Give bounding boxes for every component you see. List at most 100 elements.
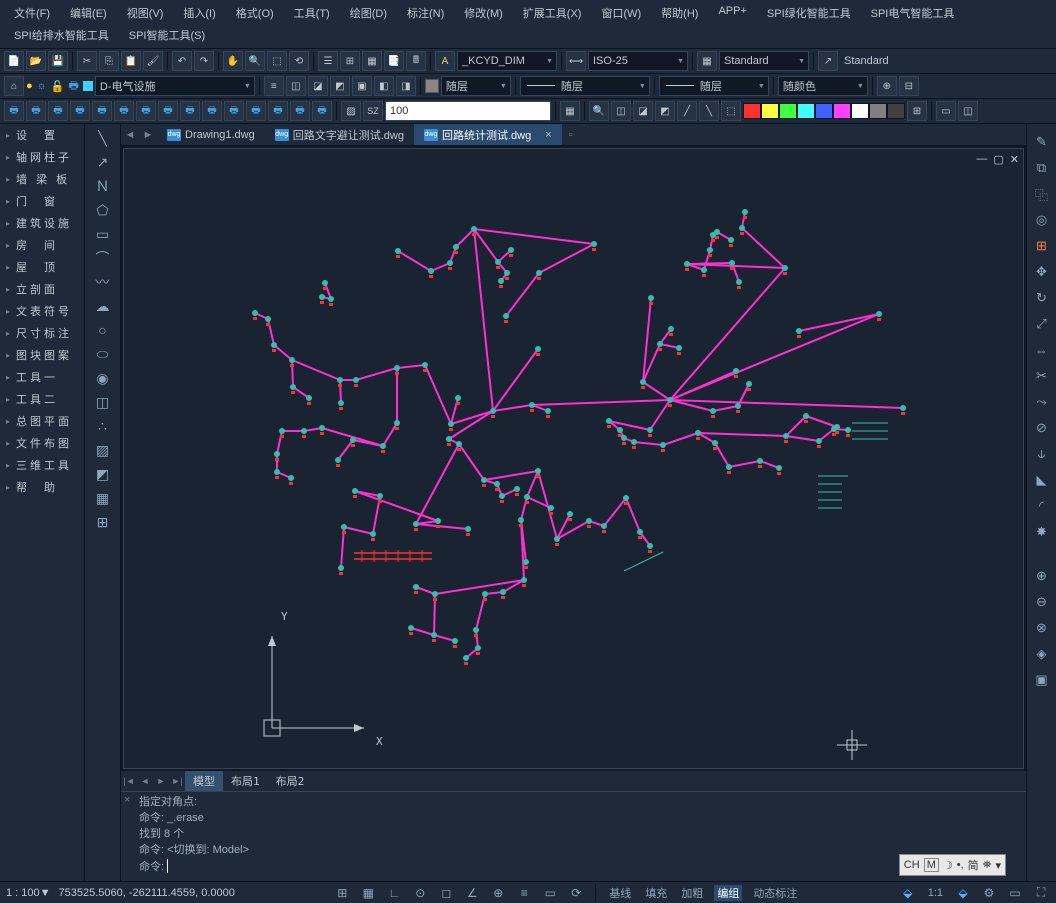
layer-bulb-icon[interactable]: ● xyxy=(26,80,33,92)
open-icon[interactable]: 📂 xyxy=(26,51,46,71)
line-icon[interactable]: ╲ xyxy=(93,128,113,148)
layer-lock-icon[interactable]: 🔓 xyxy=(51,80,65,93)
layer-print-icon[interactable]: 🖶 xyxy=(68,77,78,96)
explode-icon[interactable]: ✸ xyxy=(1032,522,1052,542)
cat-facility[interactable]: 建筑设施 xyxy=(0,212,84,234)
menu-file[interactable]: 文件(F) xyxy=(4,2,60,24)
snap-fill[interactable]: 填充 xyxy=(642,885,670,901)
p11-icon[interactable]: 🖶 xyxy=(224,101,244,121)
sz-icon[interactable]: SZ xyxy=(363,101,383,121)
render-icon[interactable]: ▦ xyxy=(560,101,580,121)
rotate-icon[interactable]: ↻ xyxy=(1032,288,1052,308)
laytool6-icon[interactable]: ◨ xyxy=(396,76,416,96)
tab-add-icon[interactable]: ▫ xyxy=(562,129,580,141)
sheetset-icon[interactable]: 📑 xyxy=(384,51,404,71)
laytool3-icon[interactable]: ◩ xyxy=(330,76,350,96)
circle-icon[interactable]: ○ xyxy=(93,320,113,340)
bt-first-icon[interactable]: |◄ xyxy=(121,776,137,786)
snap-baseline[interactable]: 基线 xyxy=(606,885,634,901)
array-icon[interactable]: ⊞ xyxy=(1032,236,1052,256)
doctab-3[interactable]: dwg回路统计测试.dwg× xyxy=(414,124,562,145)
donut-icon[interactable]: ◉ xyxy=(93,368,113,388)
cat-tool1[interactable]: 工具一 xyxy=(0,366,84,388)
m3-icon[interactable]: ◩ xyxy=(655,101,675,121)
table-icon[interactable]: ▦ xyxy=(697,51,717,71)
cut-icon[interactable]: ✂ xyxy=(77,51,97,71)
erase-icon[interactable]: ✎ xyxy=(1032,132,1052,152)
end1-icon[interactable]: ▭ xyxy=(936,101,956,121)
p3-icon[interactable]: 🖶 xyxy=(48,101,68,121)
p6-icon[interactable]: 🖶 xyxy=(114,101,134,121)
bylayer1-dropdown[interactable]: 随层 xyxy=(441,76,511,96)
ray-icon[interactable]: ↗ xyxy=(93,152,113,172)
snap-group[interactable]: 编组 xyxy=(714,885,742,901)
move-icon[interactable]: ✥ xyxy=(1032,262,1052,282)
p10-icon[interactable]: 🖶 xyxy=(202,101,222,121)
snap-bold[interactable]: 加粗 xyxy=(678,885,706,901)
home-icon[interactable]: ⌂ xyxy=(4,76,24,96)
menu-modify[interactable]: 修改(M) xyxy=(454,2,513,24)
menu-app[interactable]: APP+ xyxy=(708,2,756,24)
menu-window[interactable]: 窗口(W) xyxy=(591,2,651,24)
extra1-icon[interactable]: ⊕ xyxy=(877,76,897,96)
ortho-toggle-icon[interactable]: ∟ xyxy=(385,884,403,902)
lineweight-dropdown[interactable]: 随层 xyxy=(659,76,769,96)
extra2-icon[interactable]: ⊟ xyxy=(899,76,919,96)
p8-icon[interactable]: 🖶 xyxy=(158,101,178,121)
doctab-1[interactable]: dwgDrawing1.dwg xyxy=(157,124,265,145)
match-icon[interactable]: 🖌 xyxy=(143,51,163,71)
p13-icon[interactable]: 🖶 xyxy=(268,101,288,121)
drawing-canvas[interactable]: — ▢ ✕ Y X xyxy=(123,148,1024,769)
layermgr-icon[interactable]: ≡ xyxy=(264,76,284,96)
zoomprev-icon[interactable]: ⟲ xyxy=(289,51,309,71)
status-scale[interactable]: 1 : 100▼ xyxy=(6,887,51,899)
m2-icon[interactable]: ◪ xyxy=(633,101,653,121)
scale-icon[interactable]: ⤢ xyxy=(1032,314,1052,334)
color-swatch[interactable] xyxy=(425,79,439,93)
polygon-icon[interactable]: ⬠ xyxy=(93,200,113,220)
r5-icon[interactable]: ▣ xyxy=(1032,670,1052,690)
menu-draw[interactable]: 绘图(D) xyxy=(340,2,397,24)
cat-roof[interactable]: 屋 顶 xyxy=(0,256,84,278)
r3-icon[interactable]: ⊗ xyxy=(1032,618,1052,638)
laytool4-icon[interactable]: ▣ xyxy=(352,76,372,96)
cat-room[interactable]: 房 间 xyxy=(0,234,84,256)
text-icon[interactable]: A xyxy=(435,51,455,71)
cmd-close-icon[interactable]: × xyxy=(121,794,133,806)
tab-next-icon[interactable]: ► xyxy=(139,129,157,141)
menu-view[interactable]: 视图(V) xyxy=(117,2,174,24)
calc-icon[interactable]: 🖩 xyxy=(406,51,426,71)
otrack-toggle-icon[interactable]: ∠ xyxy=(463,884,481,902)
undo-icon[interactable]: ↶ xyxy=(172,51,192,71)
fillet-icon[interactable]: ◜ xyxy=(1032,496,1052,516)
menu-dim[interactable]: 标注(N) xyxy=(397,2,454,24)
grid-toggle-icon[interactable]: ⊞ xyxy=(333,884,351,902)
color-yellow[interactable] xyxy=(761,103,779,119)
laytool2-icon[interactable]: ◪ xyxy=(308,76,328,96)
std1-dropdown[interactable]: Standard xyxy=(719,51,809,71)
cat-door[interactable]: 门 窗 xyxy=(0,190,84,212)
layout2-tab[interactable]: 布局2 xyxy=(268,771,313,791)
tab-close-icon[interactable]: × xyxy=(545,129,551,141)
ime-toolbar[interactable]: CH M ☽ •, 简 ⛯ ▾ xyxy=(899,854,1006,876)
layer-dropdown[interactable]: D-电气设施 xyxy=(95,76,255,96)
cat-3d[interactable]: 三维工具 xyxy=(0,454,84,476)
r1-icon[interactable]: ⊕ xyxy=(1032,566,1052,586)
point-icon[interactable]: ∴ xyxy=(93,416,113,436)
menu-spi-water[interactable]: SPI给排水智能工具 xyxy=(4,24,119,46)
menu-ext[interactable]: 扩展工具(X) xyxy=(513,2,592,24)
copy2-icon[interactable]: ⧉ xyxy=(1032,158,1052,178)
dyn-toggle-icon[interactable]: ⊕ xyxy=(489,884,507,902)
doctab-2[interactable]: dwg回路文字避让测试.dwg xyxy=(265,124,414,145)
p7-icon[interactable]: 🖶 xyxy=(136,101,156,121)
pan-icon[interactable]: ✋ xyxy=(223,51,243,71)
cat-symbol[interactable]: 文表符号 xyxy=(0,300,84,322)
dim-icon[interactable]: ⟷ xyxy=(566,51,586,71)
cat-section[interactable]: 立剖面 xyxy=(0,278,84,300)
color-red[interactable] xyxy=(743,103,761,119)
m1-icon[interactable]: ◫ xyxy=(611,101,631,121)
snap-dyn[interactable]: 动态标注 xyxy=(750,885,800,901)
layer-sun-icon[interactable]: ☼ xyxy=(37,80,47,92)
menu-tools[interactable]: 工具(T) xyxy=(284,2,340,24)
menu-spi-elec[interactable]: SPI电气智能工具 xyxy=(861,2,965,24)
